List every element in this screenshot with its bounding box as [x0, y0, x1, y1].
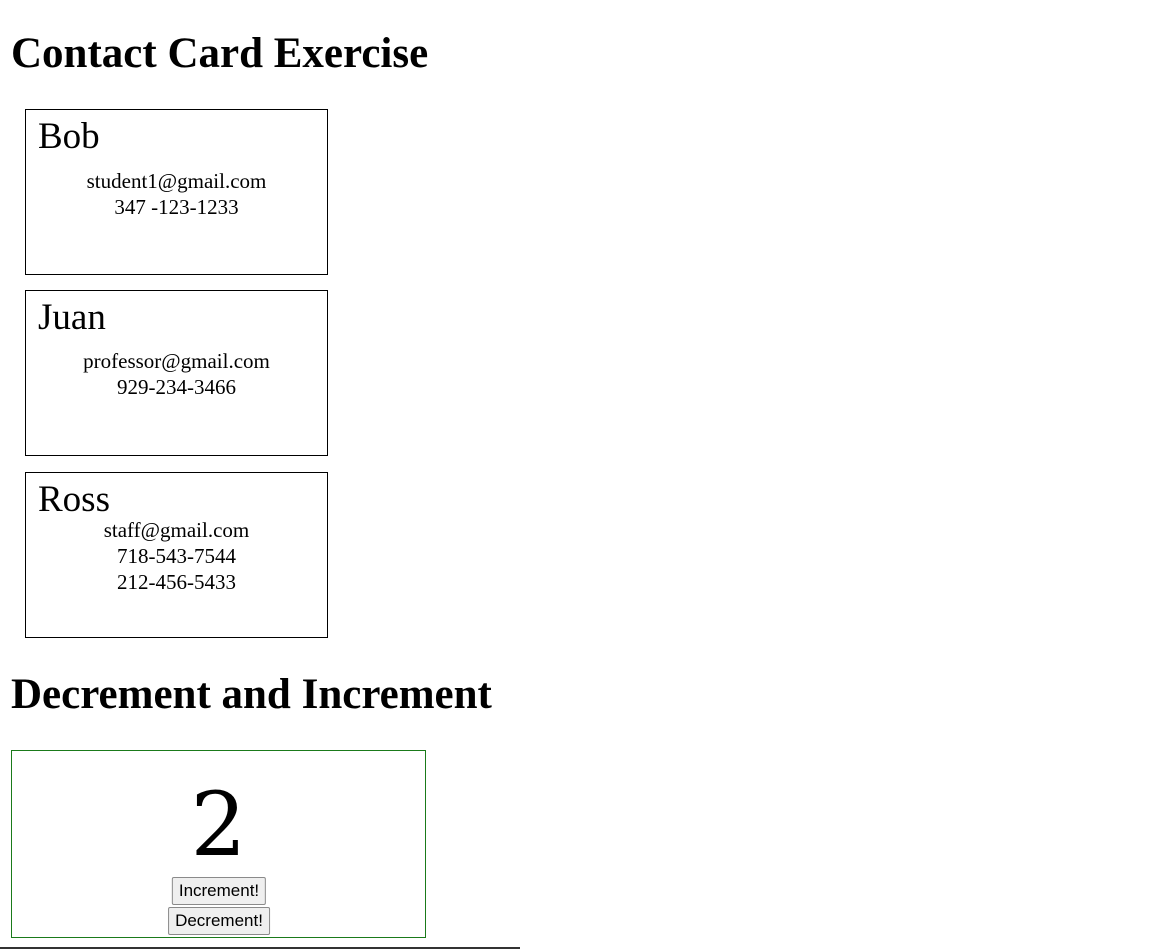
contact-email: staff@gmail.com	[103, 518, 250, 542]
contact-details: staff@gmail.com 718-543-7544 212-456-543…	[26, 517, 327, 595]
contact-details: student1@gmail.com 347 -123-1233	[26, 168, 327, 220]
contact-card-ross: Ross staff@gmail.com 718-543-7544 212-45…	[25, 472, 328, 638]
increment-button[interactable]: Increment!	[171, 877, 267, 905]
decrement-button[interactable]: Decrement!	[168, 907, 270, 935]
counter-value: 2	[190, 773, 247, 876]
bottom-divider	[0, 947, 520, 949]
contact-details: professor@gmail.com 929-234-3466	[26, 348, 327, 400]
contact-phone: 347 -123-1233	[114, 195, 239, 219]
contact-phone: 718-543-7544	[117, 544, 236, 568]
contact-name: Juan	[38, 297, 106, 338]
page-title: Contact Card Exercise	[11, 30, 429, 77]
contact-name: Bob	[38, 116, 100, 157]
contact-phone-secondary: 212-456-5433	[117, 570, 236, 594]
contact-name: Ross	[38, 479, 110, 520]
contact-card-juan: Juan professor@gmail.com 929-234-3466	[25, 290, 328, 456]
contact-email: student1@gmail.com	[86, 169, 267, 193]
counter-panel: 2 Increment! Decrement!	[11, 750, 426, 938]
contact-phone: 929-234-3466	[117, 375, 236, 399]
counter-section-title: Decrement and Increment	[11, 671, 492, 718]
contact-card-bob: Bob student1@gmail.com 347 -123-1233	[25, 109, 328, 275]
contact-email: professor@gmail.com	[83, 349, 270, 373]
